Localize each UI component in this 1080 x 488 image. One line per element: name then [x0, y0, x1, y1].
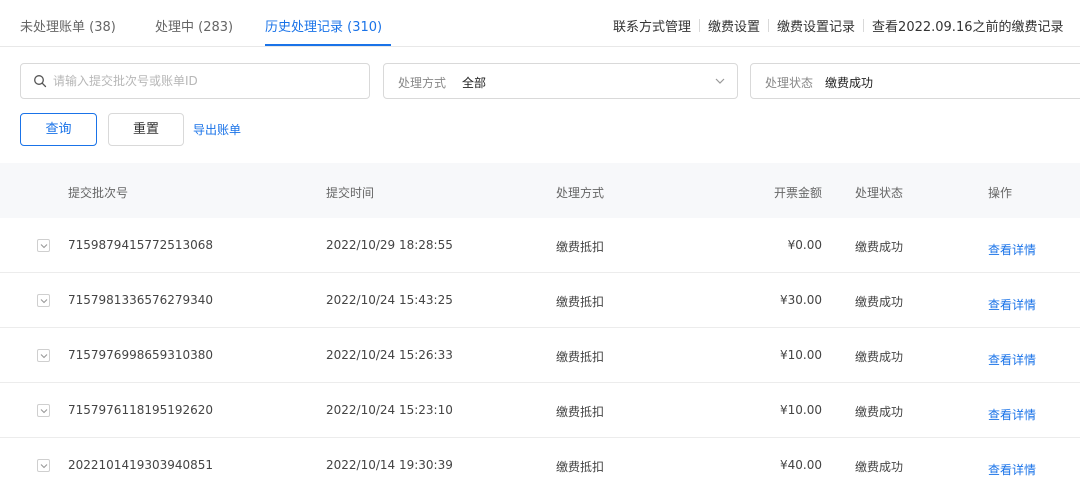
row-amount: ¥30.00	[780, 293, 822, 307]
method-select-label: 处理方式	[398, 76, 447, 90]
status-select[interactable]: 处理状态 缴费成功	[750, 63, 1080, 99]
tab-history[interactable]: 历史处理记录 (310)	[265, 16, 382, 35]
row-amount: ¥10.00	[780, 348, 822, 362]
query-button[interactable]: 查询	[20, 113, 97, 146]
table-row: 7157976998659310380 2022/10/24 15:26:33 …	[0, 328, 1080, 383]
header-method: 处理方式	[556, 186, 605, 200]
row-method: 缴费抵扣	[556, 350, 605, 364]
view-details-link[interactable]: 查看详情	[988, 351, 1036, 368]
link-payment-settings-records[interactable]: 缴费设置记录	[777, 20, 855, 35]
row-batch-id: 7159879415772513068	[68, 238, 214, 252]
tab-processing[interactable]: 处理中 (283)	[155, 16, 233, 35]
link-view-old-records[interactable]: 查看2022.09.16之前的缴费记录	[872, 20, 1063, 35]
table-row: 7159879415772513068 2022/10/29 18:28:55 …	[0, 218, 1080, 273]
expand-row-icon[interactable]	[37, 459, 50, 472]
header-status: 处理状态	[855, 186, 904, 200]
divider	[863, 19, 865, 32]
table-row: 7157981336576279340 2022/10/24 15:43:25 …	[0, 273, 1080, 328]
row-status: 缴费成功	[855, 405, 904, 419]
row-submit-time: 2022/10/24 15:23:10	[326, 403, 453, 417]
view-details-link[interactable]: 查看详情	[988, 406, 1036, 423]
expand-row-icon[interactable]	[37, 404, 50, 417]
search-input[interactable]	[53, 72, 353, 90]
tab-bar: 未处理账单 (38) 处理中 (283) 历史处理记录 (310) 联系方式管理…	[0, 0, 1080, 47]
row-submit-time: 2022/10/29 18:28:55	[326, 238, 453, 252]
view-details-link[interactable]: 查看详情	[988, 296, 1036, 313]
row-amount: ¥0.00	[787, 238, 822, 252]
divider	[699, 19, 701, 32]
row-submit-time: 2022/10/24 15:43:25	[326, 293, 453, 307]
reset-button[interactable]: 重置	[108, 113, 184, 146]
tab-unprocessed[interactable]: 未处理账单 (38)	[20, 16, 116, 35]
search-field[interactable]	[20, 63, 370, 99]
header-batch-id: 提交批次号	[68, 186, 129, 200]
table-row: 7157976118195192620 2022/10/24 15:23:10 …	[0, 383, 1080, 438]
row-submit-time: 2022/10/24 15:26:33	[326, 348, 453, 362]
row-batch-id: 7157976998659310380	[68, 348, 214, 362]
chevron-down-icon	[715, 78, 725, 84]
row-batch-id: 7157976118195192620	[68, 403, 214, 417]
method-select[interactable]: 处理方式 全部	[383, 63, 738, 99]
search-icon	[34, 75, 47, 88]
row-method: 缴费抵扣	[556, 460, 605, 474]
status-select-value: 缴费成功	[825, 76, 874, 90]
header-links: 联系方式管理 缴费设置 缴费设置记录 查看2022.09.16之前的缴费记录	[613, 16, 1063, 35]
method-select-value: 全部	[462, 76, 487, 90]
expand-row-icon[interactable]	[37, 349, 50, 362]
row-status: 缴费成功	[855, 350, 904, 364]
header-action: 操作	[988, 186, 1013, 200]
row-method: 缴费抵扣	[556, 295, 605, 309]
expand-row-icon[interactable]	[37, 294, 50, 307]
row-status: 缴费成功	[855, 295, 904, 309]
link-payment-settings[interactable]: 缴费设置	[708, 20, 760, 35]
divider	[768, 19, 770, 32]
row-amount: ¥10.00	[780, 403, 822, 417]
view-details-link[interactable]: 查看详情	[988, 461, 1036, 478]
status-select-label: 处理状态	[765, 76, 814, 90]
view-details-link[interactable]: 查看详情	[988, 241, 1036, 258]
row-batch-id: 2022101419303940851	[68, 458, 214, 472]
header-submit-time: 提交时间	[326, 186, 375, 200]
export-bills-link[interactable]: 导出账单	[193, 121, 241, 138]
header-amount: 开票金额	[773, 186, 822, 200]
table-header: 提交批次号 提交时间 处理方式 开票金额 处理状态 操作	[0, 163, 1080, 218]
expand-row-icon[interactable]	[37, 239, 50, 252]
row-batch-id: 7157981336576279340	[68, 293, 214, 307]
link-contact-management[interactable]: 联系方式管理	[613, 20, 691, 35]
active-tab-indicator	[265, 44, 391, 46]
row-submit-time: 2022/10/14 19:30:39	[326, 458, 453, 472]
table-row: 2022101419303940851 2022/10/14 19:30:39 …	[0, 438, 1080, 488]
row-status: 缴费成功	[855, 460, 904, 474]
row-status: 缴费成功	[855, 240, 904, 254]
row-method: 缴费抵扣	[556, 405, 605, 419]
row-method: 缴费抵扣	[556, 240, 605, 254]
row-amount: ¥40.00	[780, 458, 822, 472]
